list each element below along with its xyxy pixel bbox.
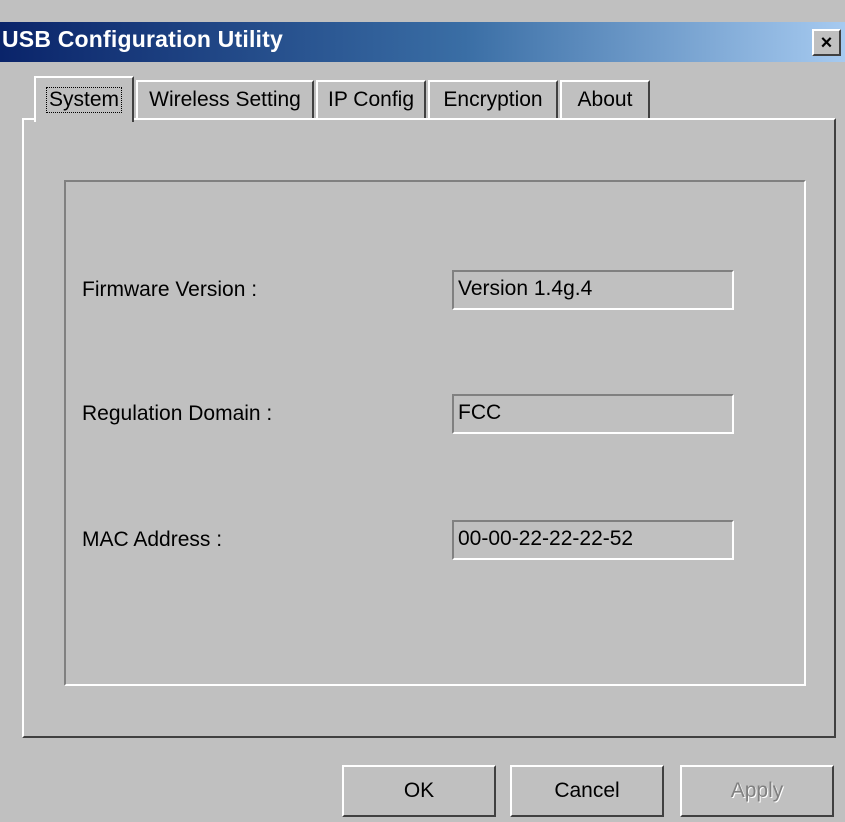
ok-button-label: OK — [403, 779, 435, 802]
apply-button-label: Apply — [730, 779, 784, 802]
ok-button[interactable]: OK — [342, 765, 496, 817]
tab-encryption[interactable]: Encryption — [428, 80, 558, 118]
tab-about[interactable]: About — [560, 80, 650, 118]
cancel-button-label: Cancel — [554, 779, 620, 802]
cancel-button[interactable]: Cancel — [510, 765, 664, 817]
close-button[interactable]: × — [812, 29, 841, 56]
tab-about-label: About — [577, 88, 633, 111]
tab-ip-config-label: IP Config — [328, 88, 414, 111]
tab-wireless-setting[interactable]: Wireless Setting — [136, 80, 314, 118]
tab-ip-config[interactable]: IP Config — [316, 80, 426, 118]
mac-address-field[interactable]: 00-00-22-22-22-52 — [452, 520, 734, 560]
regulation-domain-label: Regulation Domain : — [82, 402, 273, 425]
tab-encryption-label: Encryption — [443, 88, 543, 111]
config-utility-window: USB Configuration Utility × System Wirel… — [0, 0, 845, 822]
tab-system-label: System — [45, 87, 123, 113]
tab-wireless-setting-label: Wireless Setting — [149, 88, 301, 111]
mac-address-label: MAC Address : — [82, 528, 223, 551]
title-bar[interactable]: USB Configuration Utility × — [0, 22, 845, 62]
window-title: USB Configuration Utility — [2, 26, 283, 52]
regulation-domain-field[interactable]: FCC — [452, 394, 734, 434]
firmware-version-field[interactable]: Version 1.4g.4 — [452, 270, 734, 310]
apply-button[interactable]: Apply — [680, 765, 834, 817]
tab-system[interactable]: System — [34, 76, 134, 122]
system-tab-panel: Firmware Version : Version 1.4g.4 Regula… — [22, 118, 836, 738]
firmware-version-label: Firmware Version : — [82, 278, 258, 301]
close-icon: × — [820, 31, 833, 54]
system-info-group: Firmware Version : Version 1.4g.4 Regula… — [64, 180, 806, 686]
